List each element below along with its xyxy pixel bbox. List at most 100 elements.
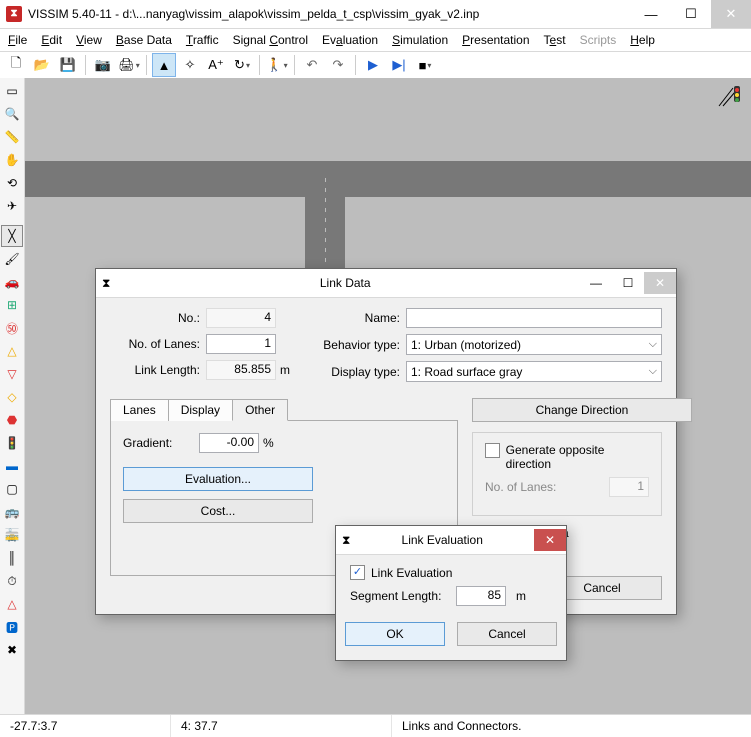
toolbar-sep bbox=[146, 55, 147, 75]
menu-evaluation[interactable]: Evaluation bbox=[322, 33, 378, 47]
toolbar-sep bbox=[294, 55, 295, 75]
maximize-button[interactable]: ☐ bbox=[671, 0, 711, 28]
tab-lanes[interactable]: Lanes bbox=[110, 399, 169, 421]
menu-simulation[interactable]: Simulation bbox=[392, 33, 448, 47]
field-name[interactable] bbox=[406, 308, 662, 328]
unit-m: m bbox=[516, 589, 526, 603]
minimize-button[interactable]: — bbox=[631, 0, 671, 28]
side-trafficlight-icon[interactable]: 🚦 bbox=[1, 432, 23, 454]
side-stopline-icon[interactable]: ║ bbox=[1, 547, 23, 569]
close-button[interactable]: ✕ bbox=[711, 0, 751, 28]
stop-icon[interactable]: ■ bbox=[413, 53, 437, 77]
side-measure-icon[interactable]: 📏 bbox=[1, 126, 23, 148]
pointer-icon[interactable]: ▲ bbox=[152, 53, 176, 77]
tab-display[interactable]: Display bbox=[168, 399, 233, 421]
side-timer-icon[interactable]: ⏱ bbox=[1, 570, 23, 592]
checkbox-link-evaluation[interactable] bbox=[350, 565, 365, 580]
menu-traffic[interactable]: Traffic bbox=[186, 33, 219, 47]
checkbox-generate-opposite[interactable] bbox=[485, 443, 500, 458]
label-lanes: No. of Lanes: bbox=[110, 337, 200, 351]
workarea: ▭ 🔍 📏 ✋ ⟲ ✈ ╳ 🖌 🚗 ⊞ ㊿ △ ▽ ◇ ⬣ 🚦 ▬ ▢ 🚌 🚋 … bbox=[0, 78, 751, 715]
open-file-icon[interactable]: 📂 bbox=[30, 53, 54, 77]
ok-button[interactable]: OK bbox=[345, 622, 445, 646]
side-cross-icon[interactable]: ✖ bbox=[1, 639, 23, 661]
field-lanes[interactable]: 1 bbox=[206, 334, 276, 354]
print-icon[interactable]: 🖨 bbox=[117, 53, 141, 77]
dialog-minimize-button[interactable]: — bbox=[580, 272, 612, 294]
side-toolbar: ▭ 🔍 📏 ✋ ⟲ ✈ ╳ 🖌 🚗 ⊞ ㊿ △ ▽ ◇ ⬣ 🚦 ▬ ▢ 🚌 🚋 … bbox=[0, 78, 25, 715]
field-no: 4 bbox=[206, 308, 276, 328]
camera-icon[interactable]: 📷 bbox=[91, 53, 115, 77]
side-triangle-icon[interactable]: △ bbox=[1, 593, 23, 615]
network-canvas[interactable]: ⧗ Link Data — ☐ ✕ No.: 4 bbox=[25, 78, 751, 715]
main-titlebar: ⧗ VISSIM 5.40-11 - d:\...nanyag\vissim_a… bbox=[0, 0, 751, 29]
new-file-icon[interactable]: 🗋 bbox=[4, 53, 28, 77]
play-icon[interactable]: ▶ bbox=[361, 53, 385, 77]
select-value: 1: Road surface gray bbox=[411, 365, 522, 379]
status-info: 4: 37.7 bbox=[171, 715, 392, 737]
side-fly-icon[interactable]: ✈ bbox=[1, 195, 23, 217]
link-evaluation-dialog: ⧗ Link Evaluation ✕ Link Evaluation Segm… bbox=[335, 525, 567, 661]
statusbar: -27.7:3.7 4: 37.7 Links and Connectors. bbox=[0, 714, 751, 737]
field-gradient[interactable]: -0.00 bbox=[199, 433, 259, 453]
menu-file[interactable]: File bbox=[8, 33, 27, 47]
tab-other[interactable]: Other bbox=[232, 399, 288, 421]
evaluation-button[interactable]: Evaluation... bbox=[123, 467, 313, 491]
change-direction-button[interactable]: Change Direction bbox=[472, 398, 692, 422]
side-priority-icon[interactable]: ◇ bbox=[1, 386, 23, 408]
step-icon[interactable]: ▶| bbox=[387, 53, 411, 77]
status-message: Links and Connectors. bbox=[392, 715, 751, 737]
side-car-icon[interactable]: 🚗 bbox=[1, 271, 23, 293]
refresh-icon[interactable]: ↻ bbox=[230, 53, 254, 77]
cancel-button[interactable]: Cancel bbox=[457, 622, 557, 646]
menu-signal-control[interactable]: Signal Control bbox=[233, 33, 308, 47]
label-generate-opposite: Generate opposite direction bbox=[506, 443, 649, 471]
select-value: 1: Urban (motorized) bbox=[411, 338, 521, 352]
menu-edit[interactable]: Edit bbox=[41, 33, 62, 47]
side-node-icon[interactable]: ▢ bbox=[1, 478, 23, 500]
menu-presentation[interactable]: Presentation bbox=[462, 33, 529, 47]
side-select-icon[interactable]: ▭ bbox=[1, 80, 23, 102]
menu-help[interactable]: Help bbox=[630, 33, 655, 47]
select-display-type[interactable]: 1: Road surface gray bbox=[406, 361, 662, 382]
dialog-titlebar[interactable]: ⧗ Link Evaluation ✕ bbox=[336, 526, 566, 555]
dialog-titlebar[interactable]: ⧗ Link Data — ☐ ✕ bbox=[96, 269, 676, 298]
save-file-icon[interactable]: 💾 bbox=[56, 53, 80, 77]
redo-icon[interactable]: ↷ bbox=[326, 53, 350, 77]
app-icon: ⧗ bbox=[6, 6, 22, 22]
side-zoom-icon[interactable]: 🔍 bbox=[1, 103, 23, 125]
label-segment-length: Segment Length: bbox=[350, 589, 450, 603]
wand-icon[interactable]: ✧ bbox=[178, 53, 202, 77]
side-links-icon[interactable]: ╳ bbox=[1, 225, 23, 247]
menu-view[interactable]: View bbox=[76, 33, 102, 47]
label-link-evaluation: Link Evaluation bbox=[371, 566, 452, 580]
dialog-close-button[interactable]: ✕ bbox=[644, 272, 676, 294]
side-color-icon[interactable]: 🖌 bbox=[1, 248, 23, 270]
side-stop-icon[interactable]: ⬣ bbox=[1, 409, 23, 431]
label-name: Name: bbox=[310, 311, 400, 325]
field-segment-length[interactable]: 85 bbox=[456, 586, 506, 606]
undo-icon[interactable]: ↶ bbox=[300, 53, 324, 77]
side-speed-icon[interactable]: ㊿ bbox=[1, 317, 23, 339]
side-rotate-icon[interactable]: ⟲ bbox=[1, 172, 23, 194]
field-link-length: 85.855 bbox=[206, 360, 276, 380]
font-size-icon[interactable]: A⁺ bbox=[204, 53, 228, 77]
select-behavior-type[interactable]: 1: Urban (motorized) bbox=[406, 334, 662, 355]
side-pan-icon[interactable]: ✋ bbox=[1, 149, 23, 171]
dialog-maximize-button[interactable]: ☐ bbox=[612, 272, 644, 294]
side-detector-icon[interactable]: ▬ bbox=[1, 455, 23, 477]
side-parking-icon[interactable]: 🅿 bbox=[1, 616, 23, 638]
pedestrian-icon[interactable]: 🚶 bbox=[265, 53, 289, 77]
menu-test[interactable]: Test bbox=[544, 33, 566, 47]
menu-scripts: Scripts bbox=[580, 33, 617, 47]
side-warning-icon[interactable]: ▽ bbox=[1, 363, 23, 385]
road-horizontal bbox=[25, 161, 751, 197]
side-bus-icon[interactable]: 🚌 bbox=[1, 501, 23, 523]
side-yield-icon[interactable]: △ bbox=[1, 340, 23, 362]
side-signal-icon[interactable]: ⊞ bbox=[1, 294, 23, 316]
menu-base-data[interactable]: Base Data bbox=[116, 33, 172, 47]
app-icon: ⧗ bbox=[102, 276, 110, 291]
cost-button[interactable]: Cost... bbox=[123, 499, 313, 523]
dialog-close-button[interactable]: ✕ bbox=[534, 529, 566, 551]
side-tram-icon[interactable]: 🚋 bbox=[1, 524, 23, 546]
